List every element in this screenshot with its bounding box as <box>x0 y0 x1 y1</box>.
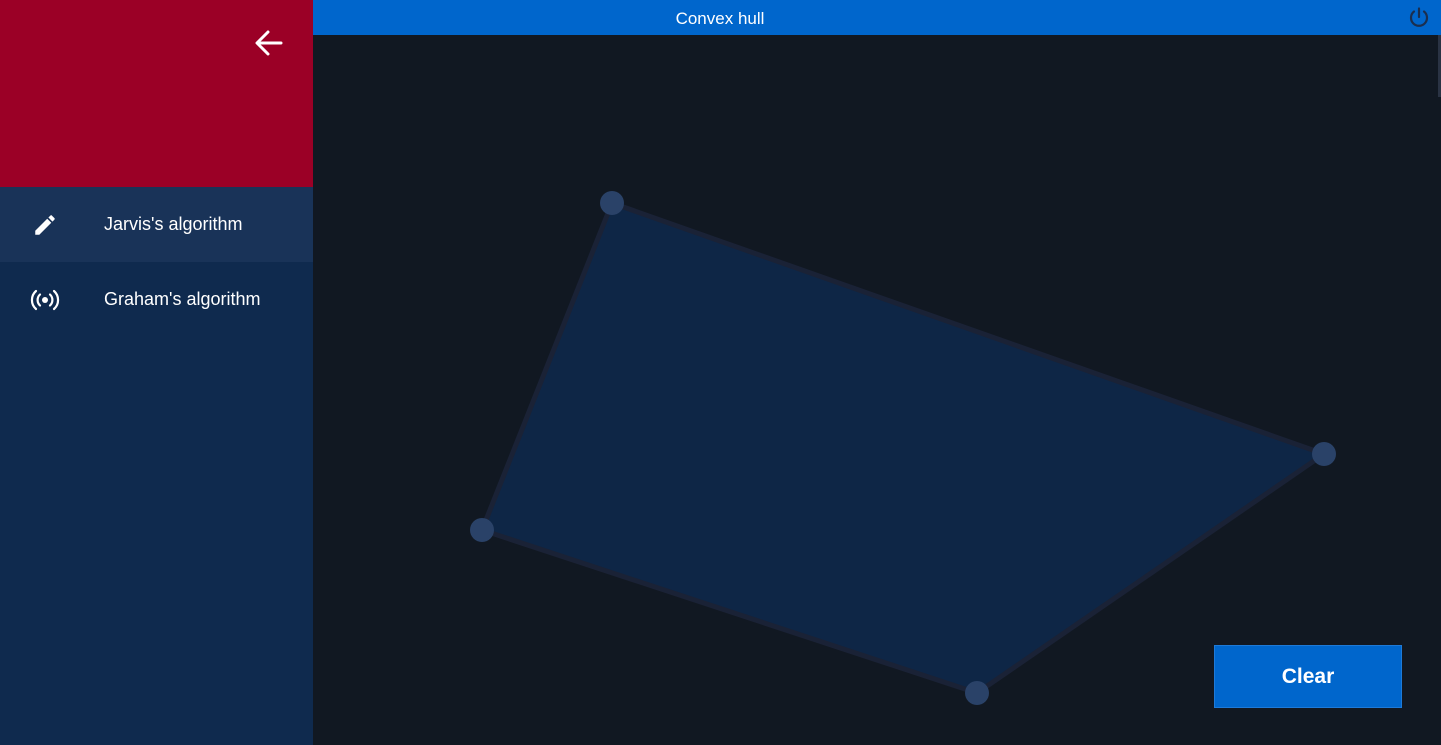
title-bar: Convex hull <box>313 0 1441 35</box>
sidebar-item-jarvis[interactable]: Jarvis's algorithm <box>0 187 313 262</box>
page-title: Convex hull <box>675 9 765 28</box>
convex-hull-polygon <box>479 200 1327 696</box>
back-button[interactable] <box>248 24 290 62</box>
hull-point[interactable] <box>1312 442 1336 466</box>
hull-point[interactable] <box>965 681 989 705</box>
drawing-canvas[interactable]: Clear <box>313 35 1441 745</box>
clear-button[interactable]: Clear <box>1214 645 1402 708</box>
broadcast-icon <box>30 285 60 315</box>
hull-canvas[interactable] <box>313 35 1441 745</box>
power-button[interactable] <box>1405 4 1433 32</box>
app-window: Jarvis's algorithm Graham's algorithm Co… <box>0 0 1441 745</box>
sidebar-item-graham[interactable]: Graham's algorithm <box>0 262 313 337</box>
arrow-left-icon <box>255 30 283 56</box>
sidebar-header <box>0 0 313 187</box>
hull-point[interactable] <box>470 518 494 542</box>
power-icon <box>1409 7 1429 27</box>
pencil-icon <box>30 210 60 240</box>
sidebar-item-label: Graham's algorithm <box>104 289 261 309</box>
sidebar-item-label: Jarvis's algorithm <box>104 214 243 234</box>
sidebar: Jarvis's algorithm Graham's algorithm <box>0 0 313 745</box>
hull-point[interactable] <box>600 191 624 215</box>
